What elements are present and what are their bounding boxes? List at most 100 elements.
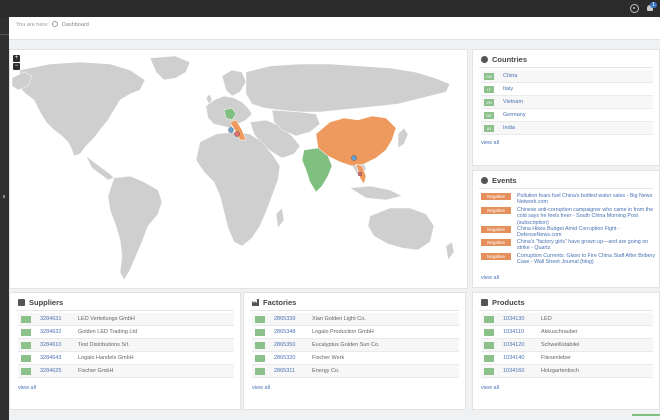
table-row[interactable]: 3284610 Test Distributions Srl.	[18, 339, 234, 352]
breadcrumb-prefix: You are here:	[16, 22, 49, 28]
map-south-america	[107, 175, 163, 281]
flag-icon	[484, 367, 494, 375]
product-code[interactable]: 1034120	[503, 342, 541, 348]
list-item[interactable]: DE Germany	[481, 109, 653, 122]
home-icon[interactable]	[52, 21, 59, 27]
factory-code[interactable]: 2865350	[274, 342, 312, 348]
map-madagascar	[275, 207, 285, 229]
table-row[interactable]: 3284631 LED Verteilungs GmbH	[18, 313, 234, 326]
countries-view-all-link[interactable]: view all	[481, 140, 499, 146]
breadcrumb-current[interactable]: Dashboard	[62, 22, 89, 28]
supplier-code[interactable]: 3284610	[40, 342, 78, 348]
suppliers-table: 3284631 LED Verteilungs GmbH 3284632 Golde…	[18, 313, 234, 378]
factory-name: Energy Co.	[312, 368, 340, 374]
factories-title: Factories	[252, 298, 296, 307]
flag-icon: IT	[484, 85, 494, 93]
event-link[interactable]: China's "factory girls" have grown up—an…	[517, 239, 659, 252]
factories-view-all-link[interactable]: view all	[252, 385, 270, 391]
list-item[interactable]: IT Italy	[481, 83, 653, 96]
list-item[interactable]: VN Vietnam	[481, 96, 653, 109]
product-code[interactable]: 1034130	[503, 316, 541, 322]
country-name[interactable]: Vietnam	[503, 99, 523, 105]
list-item[interactable]: CN China	[481, 70, 653, 83]
event-item[interactable]: Negative Corruption Currents: Glaxo to Fi…	[481, 253, 659, 266]
flag-icon: CN	[484, 72, 494, 80]
sidebar-toggle[interactable]	[3, 195, 5, 198]
world-map[interactable]	[10, 50, 469, 290]
product-code[interactable]: 1034160	[503, 368, 541, 374]
event-item[interactable]: Negative China's "factory girls" have gro…	[481, 239, 659, 252]
product-code[interactable]: 1034110	[503, 329, 541, 335]
table-row[interactable]: 1034140 Fliesenleber	[481, 352, 653, 365]
countries-list: CN China IT Italy VN Vietnam DE Germany IN In…	[481, 70, 653, 135]
supplier-code[interactable]: 3284631	[40, 316, 78, 322]
negative-badge: Negative	[481, 226, 511, 233]
products-view-all-link[interactable]: view all	[481, 385, 499, 391]
map-marker	[234, 131, 240, 137]
table-row[interactable]: 2865350 Eucalyptus Golden Sun Co.	[252, 339, 459, 352]
table-row[interactable]: 3284643 Logalo Handels GmbH	[18, 352, 234, 365]
map-australia	[367, 207, 435, 251]
flag-icon	[484, 315, 494, 323]
table-row[interactable]: 1034120 Schweißstabilel	[481, 339, 653, 352]
flag-icon	[484, 328, 494, 336]
panel-divider	[16, 310, 234, 311]
table-row[interactable]: 3284632 Golden LED Trading Ltd	[18, 326, 234, 339]
event-link[interactable]: Chinese anti-corruption campaigner who c…	[517, 207, 659, 226]
supplier-code[interactable]: 3284632	[40, 329, 78, 335]
flag-icon: DE	[484, 111, 494, 119]
factory-code[interactable]: 2865311	[274, 368, 312, 374]
products-panel: Products 1034130 LED 1034110 Akkuschrauber…	[472, 292, 660, 410]
map-scandinavia	[221, 69, 247, 97]
boxes-icon	[481, 299, 488, 306]
supplier-code[interactable]: 3284625	[40, 368, 78, 374]
country-name[interactable]: China	[503, 73, 517, 79]
flag-icon	[21, 328, 31, 336]
flag-icon	[21, 341, 31, 349]
factory-name: Logalo Production GmbH	[312, 329, 374, 335]
table-row[interactable]: 2865311 Energy Co.	[252, 365, 459, 378]
events-title: Events	[481, 176, 517, 185]
event-item[interactable]: Negative Chinese anti-corruption campaign…	[481, 207, 659, 226]
table-row[interactable]: 2865320 Fischer Werk	[252, 352, 459, 365]
negative-badge: Negative	[481, 239, 511, 246]
table-row[interactable]: 1034160 Holzgartentisch	[481, 365, 653, 378]
event-item[interactable]: Negative China Hikes Budget Amid Corrupti…	[481, 226, 659, 239]
list-item[interactable]: IN India	[481, 122, 653, 135]
country-name[interactable]: India	[503, 125, 515, 131]
factory-code[interactable]: 2865320	[274, 355, 312, 361]
event-link[interactable]: Pollution fears fuel China's bottled wat…	[517, 193, 659, 206]
table-row[interactable]: 1034110 Akkuschrauber	[481, 326, 653, 339]
factory-name: Eucalyptus Golden Sun Co.	[312, 342, 380, 348]
events-view-all-link[interactable]: view all	[481, 275, 499, 281]
footer-accent	[632, 414, 660, 416]
map-japan	[397, 127, 409, 149]
products-title: Products	[481, 298, 525, 307]
suppliers-title: Suppliers	[18, 298, 63, 307]
flag-icon	[484, 341, 494, 349]
flag-icon	[21, 354, 31, 362]
zoom-in-button[interactable]: +	[13, 55, 20, 62]
factory-code[interactable]: 2865339	[274, 316, 312, 322]
table-row[interactable]: 1034130 LED	[481, 313, 653, 326]
table-row[interactable]: 3284625 Fischer GmbH	[18, 365, 234, 378]
event-link[interactable]: Corruption Currents: Glaxo to Fire China…	[517, 253, 659, 266]
event-link[interactable]: China Hikes Budget Amid Corruption Fight…	[517, 226, 659, 239]
map-central-america	[85, 155, 115, 181]
event-item[interactable]: Negative Pollution fears fuel China's bot…	[481, 193, 659, 206]
zoom-out-button[interactable]: −	[13, 63, 20, 70]
globe-icon	[481, 56, 488, 63]
flag-icon	[484, 354, 494, 362]
factory-code[interactable]: 2865348	[274, 329, 312, 335]
product-code[interactable]: 1034140	[503, 355, 541, 361]
table-row[interactable]: 2865339 Xian Golden Light Co.	[252, 313, 459, 326]
map-new-zealand	[445, 241, 455, 261]
suppliers-view-all-link[interactable]: view all	[18, 385, 36, 391]
product-name: Holzgartentisch	[541, 368, 579, 374]
panel-divider	[479, 67, 653, 68]
country-name[interactable]: Italy	[503, 86, 513, 92]
country-name[interactable]: Germany	[503, 112, 526, 118]
table-row[interactable]: 2865348 Logalo Production GmbH	[252, 326, 459, 339]
gear-icon[interactable]	[630, 4, 639, 13]
supplier-code[interactable]: 3284643	[40, 355, 78, 361]
